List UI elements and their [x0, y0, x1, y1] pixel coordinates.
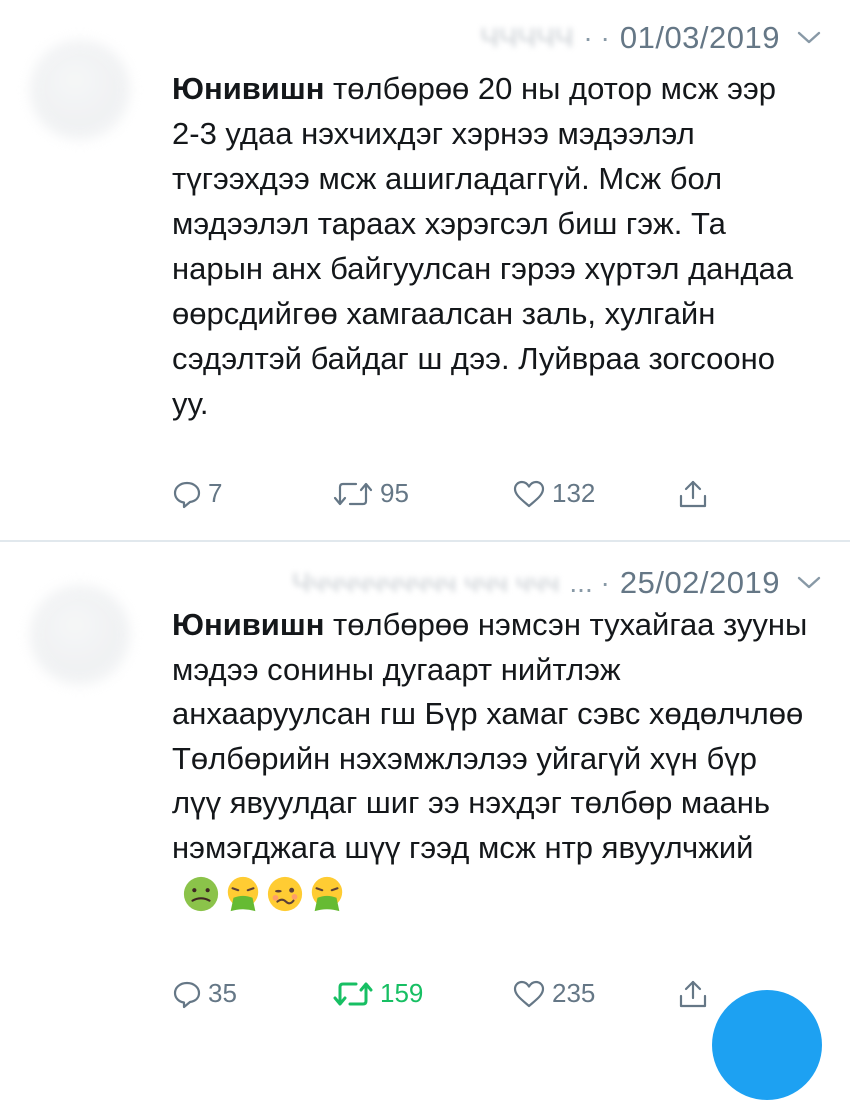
avatar[interactable] [30, 40, 130, 140]
tweet-body: төлбөрөө 20 ны дотор мсж ээр 2-3 удаа нэ… [172, 71, 794, 421]
share-button[interactable] [677, 478, 709, 510]
like-icon [513, 980, 545, 1007]
tweet-text: Юнивишн төлбөрөө 20 ны дотор мсж ээр 2-3… [172, 66, 812, 426]
author-name[interactable]: ЧЧЧЧЧ [480, 22, 573, 54]
reply-count: 7 [208, 478, 223, 508]
tweet-actions: 35 159 235 [172, 978, 772, 1018]
avatar[interactable] [30, 585, 130, 685]
share-icon [679, 480, 707, 508]
woozy-face-emoji [267, 876, 303, 911]
compose-tweet-button[interactable] [712, 990, 822, 1100]
reply-button[interactable]: 35 [172, 978, 237, 1009]
like-button[interactable]: 132 [512, 478, 595, 509]
retweet-count: 95 [380, 478, 409, 508]
tweet-text: Юнивишн төлбөрөө нэмсэн тухайгаа зууны м… [172, 603, 812, 915]
retweet-button[interactable]: 159 [332, 978, 423, 1009]
reply-icon [173, 981, 201, 1008]
tweet-date[interactable]: 01/03/2019 [620, 20, 780, 56]
reply-icon [173, 481, 201, 508]
like-icon [513, 480, 545, 507]
emoji-group [182, 875, 346, 913]
retweet-count: 159 [380, 978, 424, 1008]
header-separator: · · [583, 22, 610, 53]
share-button[interactable] [677, 978, 709, 1010]
mention-bold: Юнивишн [172, 71, 325, 106]
header-separator: ... · [569, 567, 610, 598]
tweet-card[interactable]: Ччччччччччч ччч ччч ... · 25/02/2019 Юни… [0, 545, 850, 1024]
retweet-icon [333, 982, 373, 1005]
mention-bold: Юнивишн [172, 607, 325, 642]
like-count: 132 [552, 478, 596, 508]
tweet-date[interactable]: 25/02/2019 [620, 565, 780, 601]
chevron-down-icon[interactable] [796, 575, 822, 591]
tweet-card[interactable]: ЧЧЧЧЧ · · 01/03/2019 Юнивишн төлбөрөө 20… [0, 0, 850, 540]
nauseated-face-emoji [183, 876, 219, 911]
reply-count: 35 [208, 978, 237, 1008]
tweet-actions: 7 95 132 [172, 478, 772, 518]
tweet-divider [0, 540, 850, 542]
tweet-header: ЧЧЧЧЧ · · 01/03/2019 [480, 18, 822, 58]
author-name[interactable]: Ччччччччччч ччч ччч [292, 567, 560, 599]
reply-button[interactable]: 7 [172, 478, 222, 509]
like-count: 235 [552, 978, 596, 1008]
share-icon [679, 980, 707, 1008]
tweet-body-paragraph-2: Төлбөрийн нэхэмжлэлээ уйгагүй хүн бүр лү… [172, 740, 770, 865]
retweet-icon [333, 482, 373, 505]
like-button[interactable]: 235 [512, 978, 595, 1009]
vomiting-face-emoji [311, 876, 343, 911]
retweet-button[interactable]: 95 [332, 478, 409, 509]
tweet-header: Ччччччччччч ччч ччч ... · 25/02/2019 [292, 563, 822, 603]
vomiting-face-emoji [227, 876, 259, 911]
chevron-down-icon[interactable] [796, 30, 822, 46]
